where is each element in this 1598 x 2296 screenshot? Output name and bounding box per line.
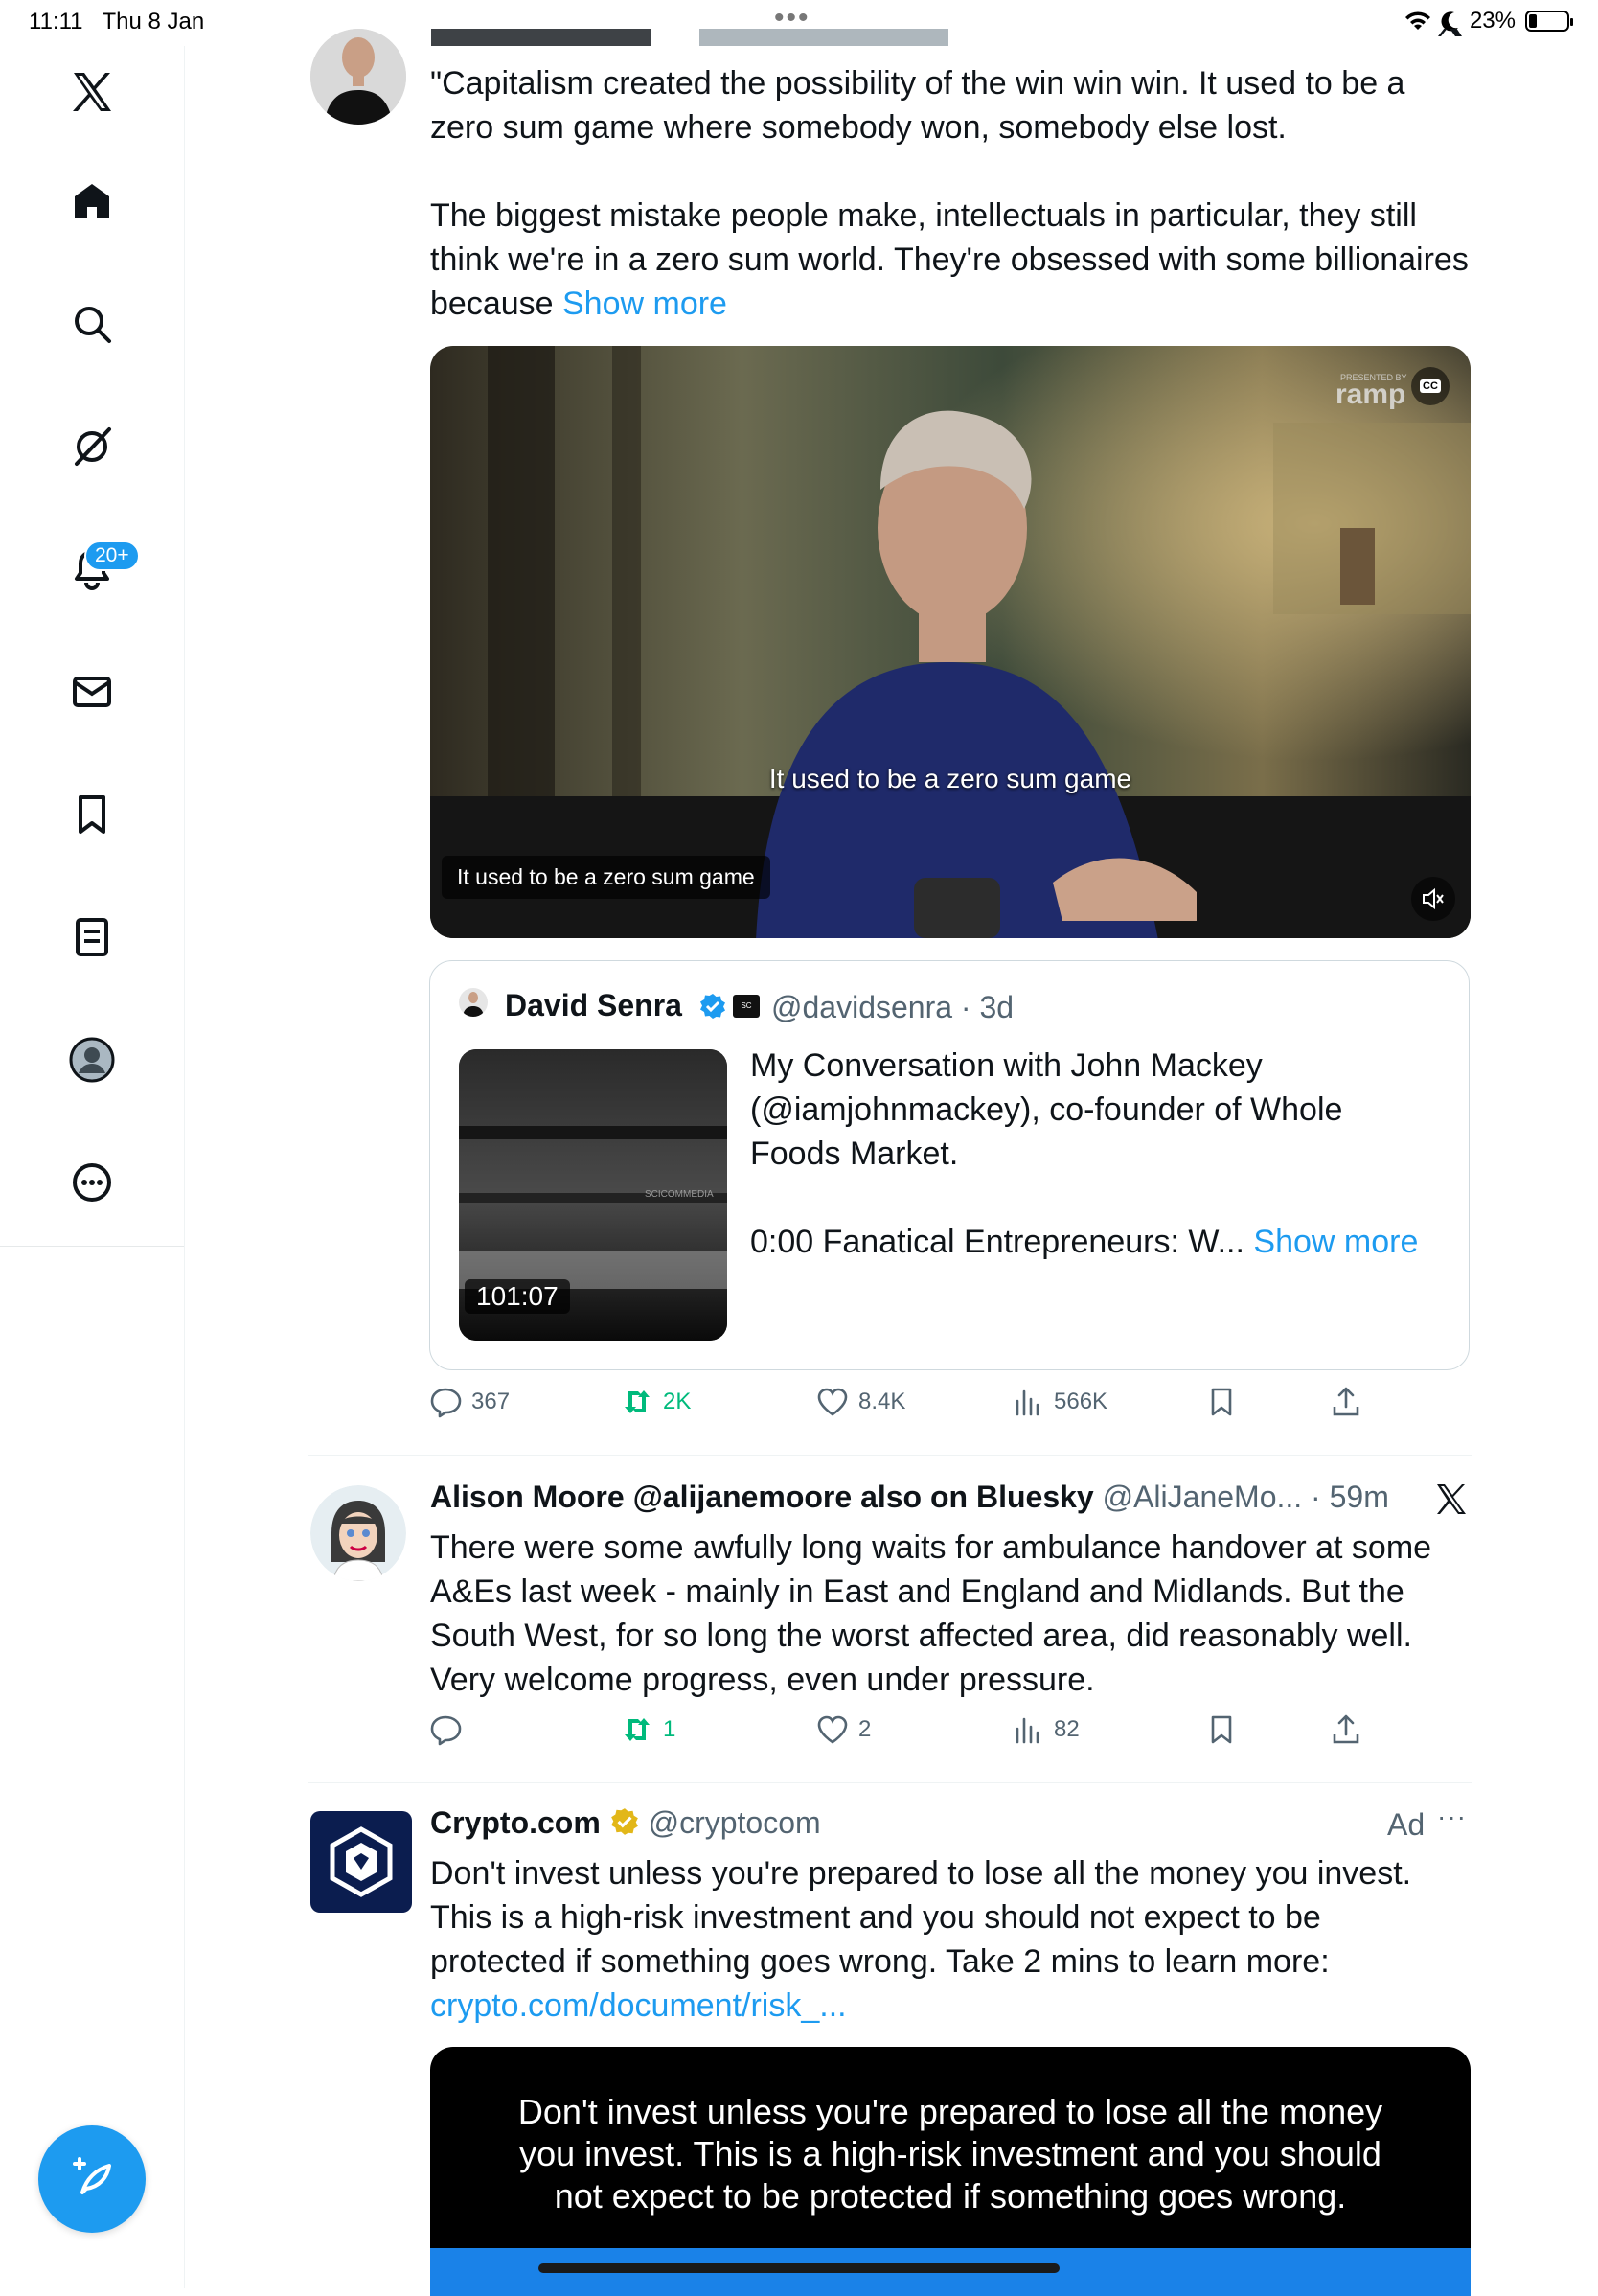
tweet2-x-icon[interactable] bbox=[1434, 1481, 1469, 1521]
quote-video-thumbnail[interactable]: SCICOMMEDIA 101:07 bbox=[459, 1049, 727, 1341]
tweet2-actions: 1 2 82 bbox=[429, 1713, 1359, 1761]
quote-text: My Conversation with John Mackey (@iamjo… bbox=[750, 1047, 1419, 1260]
verified-gold-badge-icon bbox=[610, 1808, 638, 1835]
verified-badge-icon bbox=[700, 994, 725, 1019]
reply-button[interactable] bbox=[429, 1713, 471, 1746]
repost-button[interactable]: 2K bbox=[621, 1386, 691, 1418]
reply-icon bbox=[430, 1715, 462, 1746]
repost-button[interactable]: 1 bbox=[621, 1713, 675, 1746]
crypto-com-logo[interactable] bbox=[310, 1811, 412, 1913]
tweet1-x-icon[interactable] bbox=[1435, 29, 1464, 48]
grok-icon[interactable] bbox=[54, 408, 130, 485]
heart-icon bbox=[817, 1715, 848, 1744]
tweet1-video[interactable]: PRESENTED BY ramp CC It used to be a zer… bbox=[430, 346, 1471, 938]
repost-icon bbox=[625, 1390, 650, 1413]
repost-icon bbox=[625, 1718, 650, 1741]
tweet3-link[interactable]: crypto.com/document/risk_... bbox=[430, 1984, 1484, 2028]
like-button[interactable]: 8.4K bbox=[816, 1386, 905, 1418]
bookmark-button[interactable] bbox=[1205, 1386, 1238, 1418]
share-button[interactable] bbox=[1330, 1713, 1362, 1746]
status-right: 23% bbox=[1404, 8, 1573, 34]
like-button[interactable]: 2 bbox=[816, 1713, 871, 1746]
video-duration: 101:07 bbox=[465, 1279, 570, 1314]
views-chart-icon bbox=[1016, 1389, 1039, 1416]
lists-icon[interactable] bbox=[54, 899, 130, 976]
quote-handle-age: @davidsenra · 3d bbox=[771, 990, 1015, 1024]
tweet2-header: Alison Moore @alijanemoore also on Blues… bbox=[430, 1480, 1389, 1514]
bookmarks-icon[interactable] bbox=[54, 776, 130, 853]
bookmark-button[interactable] bbox=[1205, 1713, 1238, 1746]
compose-post-button[interactable] bbox=[38, 2125, 146, 2233]
quote-avatar bbox=[459, 988, 488, 1017]
tweet1-clipped-header bbox=[431, 29, 968, 50]
tweet-divider bbox=[308, 1455, 1472, 1456]
cc-label: CC bbox=[1420, 379, 1441, 393]
mute-button[interactable] bbox=[1411, 877, 1455, 921]
reply-button[interactable]: 367 bbox=[429, 1386, 510, 1418]
tweet3-handle: @cryptocom bbox=[648, 1805, 821, 1840]
tweet1-avatar[interactable] bbox=[310, 29, 406, 125]
tweet2-age: 59m bbox=[1329, 1480, 1389, 1514]
video-overlay: PRESENTED BY ramp CC It used to be a zer… bbox=[430, 346, 1471, 938]
sidebar-nav bbox=[0, 46, 185, 1247]
tweet1-text: "Capitalism created the possibility of t… bbox=[430, 65, 1469, 322]
tweet1-actions: 367 2K 8.4K 566K bbox=[429, 1386, 1359, 1434]
more-options-dots-icon[interactable]: ··· bbox=[1437, 1802, 1467, 1832]
quoted-tweet-card[interactable]: David Senra SC @davidsenra · 3d SCICOMME… bbox=[429, 960, 1470, 1370]
tweet3-text: Don't invest unless you're prepared to l… bbox=[430, 1851, 1484, 2028]
battery-icon bbox=[1525, 11, 1573, 32]
ad-media-text: Don't invest unless you're prepared to l… bbox=[517, 2092, 1383, 2216]
quote-author-name: David Senra bbox=[505, 988, 682, 1022]
views-button[interactable]: 82 bbox=[1012, 1713, 1080, 1746]
notifications-badge: 20+ bbox=[84, 540, 140, 571]
bookmark-icon bbox=[1211, 1388, 1232, 1416]
more-options-icon[interactable] bbox=[54, 1144, 130, 1221]
ad-media[interactable]: Don't invest unless you're prepared to l… bbox=[430, 2047, 1471, 2296]
tweet2-text: There were some awfully long waits for a… bbox=[430, 1529, 1432, 1698]
bookmark-icon bbox=[1211, 1715, 1232, 1744]
compose-feather-icon bbox=[73, 2157, 111, 2194]
video-caption-box: It used to be a zero sum game bbox=[442, 856, 770, 899]
video-watermark: ramp bbox=[1335, 379, 1406, 410]
home-indicator[interactable] bbox=[538, 2263, 1060, 2273]
affiliate-badge-icon: SC bbox=[733, 995, 760, 1018]
tweet-divider bbox=[308, 1782, 1472, 1783]
closed-captions-button[interactable]: CC bbox=[1411, 367, 1450, 405]
sidebar-border bbox=[184, 1246, 185, 2288]
share-button[interactable] bbox=[1330, 1386, 1362, 1418]
profile-avatar-icon[interactable] bbox=[54, 1022, 130, 1098]
share-icon bbox=[1333, 1714, 1359, 1744]
battery-percent: 23% bbox=[1469, 8, 1516, 34]
ad-label: Ad bbox=[1387, 1807, 1426, 1842]
tweet3-header: Crypto.com @cryptocom bbox=[430, 1805, 821, 1841]
tweet2-author-name[interactable]: Alison Moore @alijanemoore also on Blues… bbox=[430, 1480, 1094, 1514]
tweet3-author-name[interactable]: Crypto.com bbox=[430, 1805, 601, 1840]
status-time: 11:11 Thu 8 Jan bbox=[29, 9, 205, 34]
messages-envelope-icon[interactable] bbox=[54, 654, 130, 730]
views-chart-icon bbox=[1016, 1717, 1039, 1744]
quote-show-more[interactable]: Show more bbox=[1253, 1224, 1418, 1260]
tweet2-handle: @AliJaneMo... bbox=[1102, 1480, 1303, 1514]
reply-icon bbox=[430, 1388, 462, 1418]
search-icon[interactable] bbox=[54, 286, 130, 362]
tweet1-show-more[interactable]: Show more bbox=[562, 286, 727, 322]
views-button[interactable]: 566K bbox=[1012, 1386, 1107, 1418]
heart-icon bbox=[817, 1388, 848, 1416]
x-logo-icon[interactable] bbox=[54, 54, 130, 130]
tweet2-avatar[interactable] bbox=[310, 1485, 406, 1581]
speaker-muted-icon bbox=[1423, 887, 1444, 910]
thumbnail-text: SCICOMMEDIA bbox=[645, 1189, 714, 1200]
video-caption-center: It used to be a zero sum game bbox=[768, 764, 1132, 793]
wifi-icon bbox=[1404, 11, 1430, 30]
home-icon[interactable] bbox=[54, 163, 130, 240]
share-icon bbox=[1333, 1387, 1359, 1416]
